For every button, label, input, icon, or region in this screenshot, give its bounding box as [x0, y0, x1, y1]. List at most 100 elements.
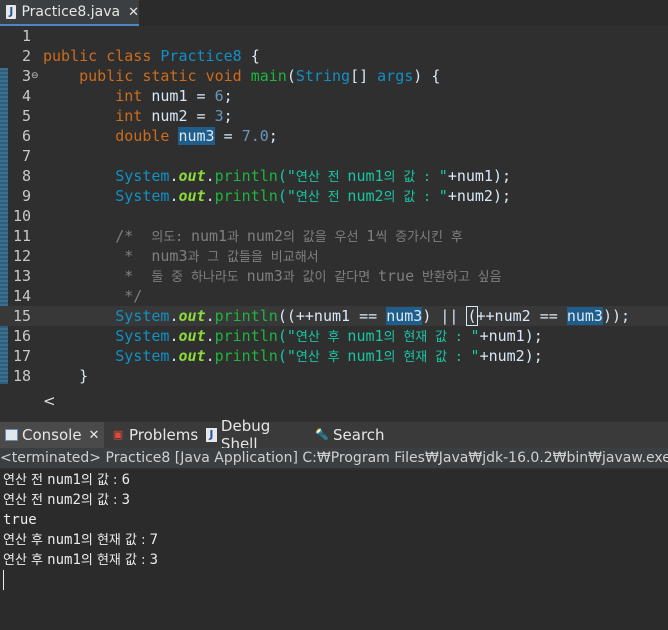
- static-field: out: [178, 167, 206, 185]
- comment-text: 둘 중 하나라도: [151, 270, 247, 285]
- highlighted-variable: num3: [566, 307, 603, 325]
- class-name: System: [115, 167, 170, 185]
- panel-tab-bar: Console ✕ ▣ Problems J Debug Shell 🔦 Sea…: [0, 417, 668, 453]
- code-token: =: [187, 107, 215, 125]
- comment-text: 의 값을 우선: [283, 230, 367, 245]
- comment-text: /*: [115, 227, 152, 245]
- class-name: System: [115, 307, 170, 325]
- code-text: public class Practice8 {: [43, 46, 260, 66]
- code-token: ) {: [413, 67, 441, 85]
- string-literal: 연산 후: [295, 350, 348, 365]
- string-literal: 의 현재 값 :: [383, 350, 471, 365]
- keyword: double: [115, 127, 170, 145]
- search-icon: 🔦: [315, 428, 329, 441]
- string-literal: ": [470, 327, 480, 345]
- code-token: ++num2 ==: [476, 307, 567, 325]
- editor-tab-practice8[interactable]: J Practice8.java ✕: [0, 0, 139, 26]
- debug-shell-icon: J: [206, 428, 217, 442]
- line-number: 13: [12, 267, 31, 285]
- comment: */: [43, 286, 142, 306]
- tab-label: Problems: [129, 426, 199, 444]
- fold-toggle-icon[interactable]: ⊖: [31, 66, 39, 86]
- matching-bracket: (: [466, 306, 478, 326]
- string-literal: num1: [347, 347, 384, 365]
- close-icon[interactable]: ✕: [89, 428, 100, 443]
- number-literal: 6: [214, 87, 224, 105]
- method-name: println: [214, 307, 278, 325]
- method-name: println: [214, 167, 278, 185]
- static-field: out: [178, 187, 206, 205]
- string-literal: ": [470, 347, 480, 365]
- tab-problems[interactable]: ▣ Problems: [106, 422, 202, 448]
- code-line: 16 System.out.println("연산 후 num1의 현재 값 :…: [0, 326, 668, 346]
- output-text: num2: [47, 492, 81, 508]
- comment-text: 씩 증가시킨 후: [375, 230, 463, 245]
- scroll-track[interactable]: [62, 399, 662, 404]
- tab-debug-shell[interactable]: J Debug Shell: [201, 417, 311, 453]
- code-text: System.out.println((++num1 == num3) || (…: [43, 306, 630, 326]
- output-text: 의 값 :: [80, 473, 122, 488]
- output-text: 연산 전: [3, 473, 48, 488]
- console-line: 연산 후 num1의 현재 값 : 7: [3, 530, 158, 550]
- comment-text: num3: [246, 267, 283, 285]
- code-line: 11 /* 의도: num1과 num2의 값을 우선 1씩 증가시킨 후: [0, 226, 668, 246]
- output-text: 연산 후: [3, 553, 48, 568]
- tab-console[interactable]: Console ✕: [0, 422, 104, 448]
- line-number: 11: [12, 227, 31, 245]
- comment-text: num2: [246, 227, 283, 245]
- comment-text: */: [115, 287, 143, 305]
- comment-text: 의도:: [151, 230, 191, 245]
- code-line: 18 }: [0, 366, 668, 386]
- output-text: 연산 전: [3, 493, 48, 508]
- code-token: .: [205, 187, 215, 205]
- code-token: +num2);: [447, 187, 512, 205]
- console-line: 연산 후 num1의 현재 값 : 3: [3, 550, 158, 570]
- console-line: true: [3, 510, 37, 530]
- output-text: true: [3, 512, 37, 528]
- tab-search[interactable]: 🔦 Search: [310, 422, 390, 448]
- static-field: out: [178, 327, 206, 345]
- code-line: 13 * 둘 중 하나라도 num3과 값이 같다면 true 반환하고 싶음: [0, 266, 668, 286]
- line-number: 14: [12, 287, 31, 305]
- line-number: 1: [21, 27, 31, 45]
- console-line: 연산 전 num1의 값 : 6: [3, 470, 130, 490]
- code-token: +num2);: [479, 347, 543, 365]
- output-text: 의 현재 값 :: [80, 553, 150, 568]
- static-field: out: [178, 307, 206, 325]
- code-token: (": [277, 327, 296, 345]
- comment-text: *: [115, 247, 152, 265]
- method-name: println: [214, 187, 278, 205]
- console-line: 연산 전 num2의 값 : 3: [3, 490, 130, 510]
- code-token: (": [277, 347, 296, 365]
- code-text: System.out.println("연산 후 num1의 현재 값 : "+…: [43, 346, 543, 368]
- scroll-left-arrow-icon[interactable]: <: [43, 392, 56, 410]
- editor-tab-bar: J Practice8.java ✕: [0, 0, 668, 26]
- close-icon[interactable]: ✕: [128, 5, 139, 20]
- code-token: ) ||: [422, 307, 468, 325]
- comment: * num3과 그 값들을 비교해서: [43, 246, 318, 268]
- code-token: =: [214, 127, 242, 145]
- output-text: num1: [47, 472, 81, 488]
- code-line: 10: [0, 206, 668, 226]
- line-number: 17: [12, 347, 31, 365]
- line-number: 6: [21, 127, 31, 145]
- code-text: }: [43, 366, 88, 386]
- line-number: 8: [21, 167, 31, 185]
- line-number: 5: [21, 107, 31, 125]
- code-editor[interactable]: 1 2 public class Practice8 { 3 ⊖ public …: [0, 26, 668, 390]
- code-line: 17 System.out.println("연산 후 num1의 현재 값 :…: [0, 346, 668, 366]
- console-output[interactable]: 연산 전 num1의 값 : 6 연산 전 num2의 값 : 3 true 연…: [0, 470, 668, 630]
- code-line: 7: [0, 146, 668, 166]
- line-number: 2: [21, 47, 31, 65]
- problems-icon: ▣: [112, 428, 124, 441]
- horizontal-scrollbar[interactable]: <: [0, 390, 668, 412]
- code-token: .: [205, 307, 215, 325]
- keyword: class: [106, 47, 152, 65]
- string-literal: num1: [347, 327, 384, 345]
- code-line: 14 */: [0, 286, 668, 306]
- line-number: 12: [12, 247, 31, 265]
- class-name: System: [115, 327, 170, 345]
- code-token: (": [277, 187, 296, 205]
- comment-text: 1: [366, 227, 376, 245]
- tab-label: Search: [333, 426, 385, 444]
